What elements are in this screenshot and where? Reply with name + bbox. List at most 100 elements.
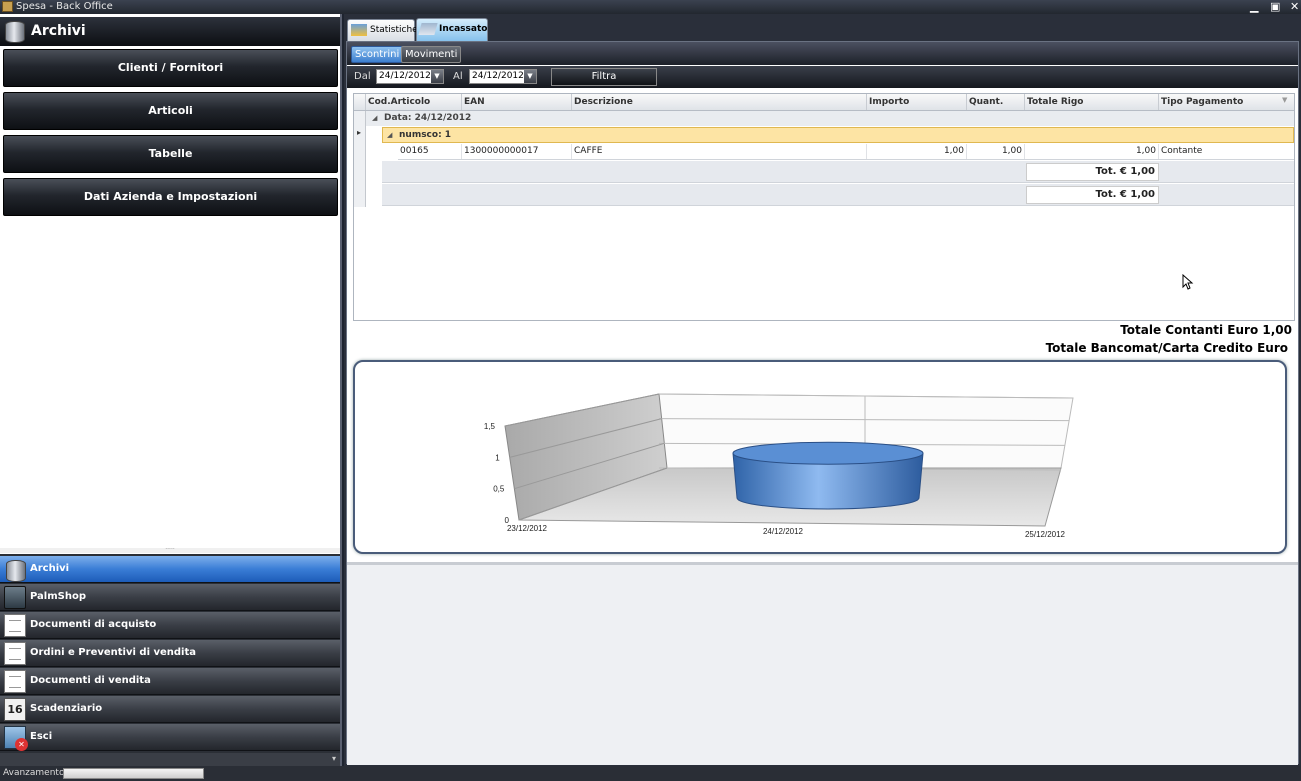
cash-icon — [418, 23, 438, 35]
col-totale-rigo[interactable]: Totale Rigo — [1025, 94, 1159, 110]
totale-contanti: Totale Contanti Euro 1,00 — [1120, 323, 1292, 337]
x-tick-label: 25/12/2012 — [1025, 530, 1066, 539]
dal-date-value: 24/12/2012 — [379, 71, 431, 81]
window-title: Spesa - Back Office — [16, 1, 113, 12]
nav-overflow-button[interactable]: ▾ — [0, 753, 340, 766]
nav-esci[interactable]: Esci — [0, 724, 340, 751]
sales-document-icon — [4, 670, 26, 693]
bottom-navigation: Archivi PalmShop Documenti di acquisto O… — [0, 554, 340, 766]
total-box: Tot. € 1,00 — [1026, 186, 1159, 204]
cell-totale: 1,00 — [1025, 144, 1159, 159]
col-importo[interactable]: Importo — [867, 94, 967, 110]
nav-archivi[interactable]: Archivi — [0, 556, 340, 583]
tab-incassato[interactable]: Incassato — [416, 18, 488, 41]
totale-bancomat: Totale Bancomat/Carta Credito Euro — [1045, 341, 1288, 355]
col-descrizione[interactable]: Descrizione — [572, 94, 867, 110]
order-document-icon — [4, 642, 26, 665]
al-date-picker[interactable]: 24/12/2012 ▼ — [469, 69, 537, 84]
nav-documenti-vendita[interactable]: Documenti di vendita — [0, 668, 340, 695]
calendar-icon: 16 — [4, 698, 26, 721]
header-indicator — [354, 94, 366, 110]
cell-tipo: Contante — [1161, 146, 1203, 156]
database-icon — [4, 558, 26, 582]
nav-documenti-acquisto[interactable]: Documenti di acquisto — [0, 612, 340, 639]
status-bar: Avanzamento — [0, 766, 1301, 781]
y-tick-label: 0,5 — [493, 485, 505, 494]
x-tick-label: 24/12/2012 — [763, 527, 804, 536]
date-filter-bar: Dal 24/12/2012 ▼ Al 24/12/2012 ▼ Filtra — [347, 66, 1298, 88]
nav-label: Ordini e Preventivi di vendita — [30, 647, 197, 658]
chart-panel: 0 0,5 1 1,5 23/12/2012 24/12/2012 25/12/2012 — [353, 360, 1287, 554]
dal-date-picker[interactable]: 24/12/2012 ▼ — [376, 69, 444, 84]
left-panel: Archivi Clienti / Fornitori Articoli Tab… — [0, 14, 342, 766]
grid-header: Cod.Articolo EAN Descrizione Importo Qua… — [354, 94, 1294, 111]
tab-label: Incassato — [439, 24, 488, 34]
panel-splitter[interactable]: ····· — [0, 547, 340, 553]
group-summary-row: Tot. € 1,00 — [382, 161, 1294, 183]
collapse-icon[interactable]: ◢ — [372, 111, 377, 126]
nav-label: PalmShop — [30, 591, 87, 602]
mouse-pointer-icon — [1182, 274, 1194, 290]
group-label: numsco: 1 — [399, 130, 452, 140]
cell-cod: 00165 — [398, 144, 462, 159]
current-row-icon: ▸ — [357, 128, 362, 137]
window-titlebar: Spesa - Back Office ▁ ▣ ✕ — [0, 0, 1301, 14]
al-date-value: 24/12/2012 — [472, 71, 524, 81]
chart-bar-top — [732, 441, 924, 465]
archivi-header: Archivi — [0, 17, 340, 46]
x-tick-label: 23/12/2012 — [507, 524, 548, 533]
nav-label: Documenti di vendita — [30, 675, 151, 686]
col-quant[interactable]: Quant. — [967, 94, 1025, 110]
dati-azienda-button[interactable]: Dati Azienda e Impostazioni — [3, 178, 338, 216]
group-row-data[interactable]: ◢ Data: 24/12/2012 — [366, 111, 1294, 126]
minimize-button[interactable]: ▁ — [1250, 0, 1258, 13]
app-icon — [2, 1, 13, 12]
cell-importo: 1,00 — [867, 144, 967, 159]
nav-scadenziario[interactable]: 16 Scadenziario — [0, 696, 340, 723]
main-panel: Statistiche Incassato Scontrini Moviment… — [344, 14, 1301, 766]
chevron-down-icon[interactable]: ▼ — [524, 70, 536, 83]
subtab-scontrini[interactable]: Scontrini — [351, 46, 404, 63]
col-ean[interactable]: EAN — [462, 94, 572, 110]
group-row-numsco[interactable]: ◢ numsco: 1 — [382, 127, 1294, 143]
tab-statistiche[interactable]: Statistiche — [347, 19, 418, 41]
group-label: Data: 24/12/2012 — [384, 113, 472, 123]
col-cod-articolo[interactable]: Cod.Articolo — [366, 94, 462, 110]
table-row[interactable]: 00165 1300000000017 CAFFE 1,00 1,00 1,00… — [398, 144, 1294, 160]
subtab-movimenti[interactable]: Movimenti — [401, 46, 462, 63]
col-tipo-pagamento[interactable]: Tipo Pagamento — [1159, 94, 1294, 110]
clienti-fornitori-button[interactable]: Clienti / Fornitori — [3, 49, 338, 87]
cell-ean: 1300000000017 — [462, 144, 572, 159]
dal-label: Dal — [354, 71, 371, 82]
document-icon — [4, 614, 26, 637]
row-selector-column: ▸ — [354, 111, 366, 207]
y-tick-label: 1 — [495, 453, 500, 462]
bar-chart: 00,511,523/12/2012 24/12/2012 25/12/2012 — [484, 393, 1074, 539]
avanzamento-label: Avanzamento — [3, 768, 65, 778]
collapse-icon[interactable]: ◢ — [387, 128, 392, 142]
restore-button[interactable]: ▣ — [1270, 0, 1280, 13]
database-icon — [3, 19, 25, 43]
grand-summary-row: Tot. € 1,00 — [382, 184, 1294, 206]
sort-icon[interactable]: ▼ — [1282, 96, 1287, 104]
nav-label: Scadenziario — [30, 703, 103, 714]
exit-icon — [4, 726, 28, 751]
nav-label: Documenti di acquisto — [30, 619, 157, 630]
nav-label: Archivi — [30, 563, 70, 574]
receipts-grid: Cod.Articolo EAN Descrizione Importo Qua… — [353, 93, 1295, 321]
nav-palmshop[interactable]: PalmShop — [0, 584, 340, 611]
filtra-button[interactable]: Filtra — [551, 68, 657, 86]
chevron-down-icon[interactable]: ▼ — [431, 70, 443, 83]
phone-icon — [4, 586, 26, 609]
nav-ordini-preventivi[interactable]: Ordini e Preventivi di vendita — [0, 640, 340, 667]
empty-area — [347, 565, 1298, 765]
nav-label: Esci — [30, 731, 53, 742]
statistics-icon — [351, 24, 367, 36]
articoli-button[interactable]: Articoli — [3, 92, 338, 130]
cell-quant: 1,00 — [967, 144, 1025, 159]
subtab-bar: Scontrini Movimenti — [347, 42, 1298, 65]
cell-descrizione: CAFFE — [572, 144, 867, 159]
tabelle-button[interactable]: Tabelle — [3, 135, 338, 173]
close-button[interactable]: ✕ — [1290, 0, 1299, 13]
tab-label: Statistiche — [370, 25, 418, 35]
